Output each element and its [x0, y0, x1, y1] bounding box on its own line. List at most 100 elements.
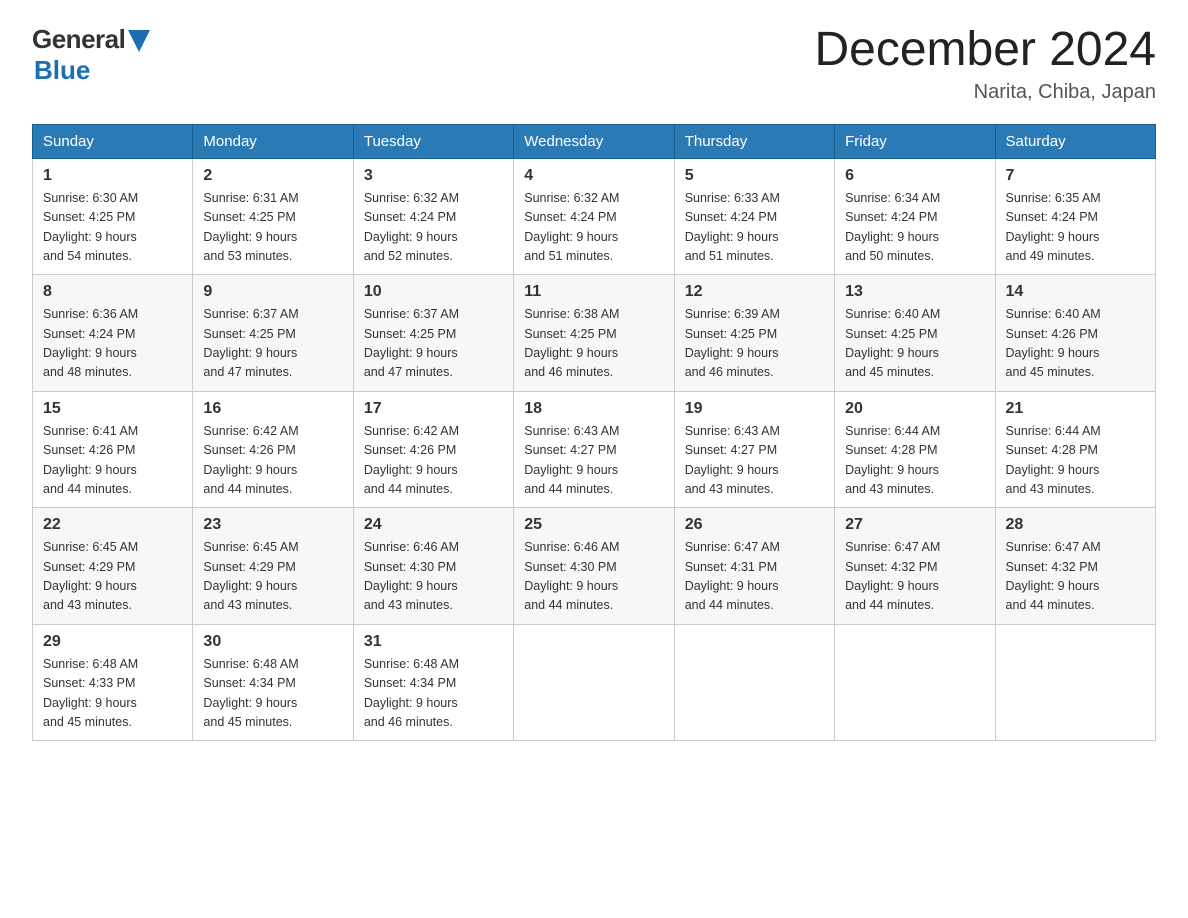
calendar-header: SundayMondayTuesdayWednesdayThursdayFrid… — [33, 124, 1156, 158]
title-area: December 2024 Narita, Chiba, Japan — [814, 24, 1156, 104]
calendar-cell: 30 Sunrise: 6:48 AMSunset: 4:34 PMDaylig… — [193, 624, 353, 741]
day-number: 11 — [524, 283, 663, 301]
calendar-cell: 16 Sunrise: 6:42 AMSunset: 4:26 PMDaylig… — [193, 391, 353, 508]
weekday-header: Thursday — [674, 124, 834, 158]
calendar-cell: 5 Sunrise: 6:33 AMSunset: 4:24 PMDayligh… — [674, 158, 834, 275]
page-header: General Blue December 2024 Narita, Chiba… — [32, 24, 1156, 104]
day-number: 27 — [845, 516, 984, 534]
location: Narita, Chiba, Japan — [814, 81, 1156, 104]
day-number: 31 — [364, 633, 503, 651]
calendar-cell: 29 Sunrise: 6:48 AMSunset: 4:33 PMDaylig… — [33, 624, 193, 741]
calendar-cell: 17 Sunrise: 6:42 AMSunset: 4:26 PMDaylig… — [353, 391, 513, 508]
day-number: 22 — [43, 516, 182, 534]
day-info: Sunrise: 6:38 AMSunset: 4:25 PMDaylight:… — [524, 307, 619, 379]
day-info: Sunrise: 6:34 AMSunset: 4:24 PMDaylight:… — [845, 191, 940, 263]
calendar-cell: 27 Sunrise: 6:47 AMSunset: 4:32 PMDaylig… — [835, 508, 995, 625]
calendar-cell — [835, 624, 995, 741]
weekday-header: Monday — [193, 124, 353, 158]
day-info: Sunrise: 6:32 AMSunset: 4:24 PMDaylight:… — [524, 191, 619, 263]
calendar-cell — [674, 624, 834, 741]
day-info: Sunrise: 6:47 AMSunset: 4:32 PMDaylight:… — [845, 540, 940, 612]
day-number: 17 — [364, 400, 503, 418]
day-number: 10 — [364, 283, 503, 301]
calendar-cell: 6 Sunrise: 6:34 AMSunset: 4:24 PMDayligh… — [835, 158, 995, 275]
weekday-header: Friday — [835, 124, 995, 158]
day-info: Sunrise: 6:45 AMSunset: 4:29 PMDaylight:… — [203, 540, 298, 612]
calendar-cell: 22 Sunrise: 6:45 AMSunset: 4:29 PMDaylig… — [33, 508, 193, 625]
day-info: Sunrise: 6:47 AMSunset: 4:32 PMDaylight:… — [1006, 540, 1101, 612]
day-number: 16 — [203, 400, 342, 418]
day-info: Sunrise: 6:44 AMSunset: 4:28 PMDaylight:… — [845, 424, 940, 496]
day-info: Sunrise: 6:41 AMSunset: 4:26 PMDaylight:… — [43, 424, 138, 496]
calendar-cell: 18 Sunrise: 6:43 AMSunset: 4:27 PMDaylig… — [514, 391, 674, 508]
month-title: December 2024 — [814, 24, 1156, 77]
day-info: Sunrise: 6:32 AMSunset: 4:24 PMDaylight:… — [364, 191, 459, 263]
day-number: 6 — [845, 167, 984, 185]
day-info: Sunrise: 6:45 AMSunset: 4:29 PMDaylight:… — [43, 540, 138, 612]
day-number: 5 — [685, 167, 824, 185]
day-info: Sunrise: 6:42 AMSunset: 4:26 PMDaylight:… — [203, 424, 298, 496]
day-info: Sunrise: 6:40 AMSunset: 4:25 PMDaylight:… — [845, 307, 940, 379]
calendar-cell: 7 Sunrise: 6:35 AMSunset: 4:24 PMDayligh… — [995, 158, 1155, 275]
logo: General Blue — [32, 24, 150, 86]
day-number: 9 — [203, 283, 342, 301]
day-number: 4 — [524, 167, 663, 185]
calendar-cell: 31 Sunrise: 6:48 AMSunset: 4:34 PMDaylig… — [353, 624, 513, 741]
calendar-cell: 20 Sunrise: 6:44 AMSunset: 4:28 PMDaylig… — [835, 391, 995, 508]
day-number: 18 — [524, 400, 663, 418]
calendar-cell: 14 Sunrise: 6:40 AMSunset: 4:26 PMDaylig… — [995, 275, 1155, 392]
logo-blue-text: Blue — [34, 55, 90, 85]
day-info: Sunrise: 6:40 AMSunset: 4:26 PMDaylight:… — [1006, 307, 1101, 379]
calendar-cell: 3 Sunrise: 6:32 AMSunset: 4:24 PMDayligh… — [353, 158, 513, 275]
day-number: 1 — [43, 167, 182, 185]
calendar-cell: 2 Sunrise: 6:31 AMSunset: 4:25 PMDayligh… — [193, 158, 353, 275]
day-number: 2 — [203, 167, 342, 185]
day-info: Sunrise: 6:37 AMSunset: 4:25 PMDaylight:… — [364, 307, 459, 379]
day-number: 13 — [845, 283, 984, 301]
calendar-body: 1 Sunrise: 6:30 AMSunset: 4:25 PMDayligh… — [33, 158, 1156, 741]
weekday-header: Wednesday — [514, 124, 674, 158]
calendar-table: SundayMondayTuesdayWednesdayThursdayFrid… — [32, 124, 1156, 742]
calendar-cell — [514, 624, 674, 741]
calendar-cell — [995, 624, 1155, 741]
calendar-cell: 19 Sunrise: 6:43 AMSunset: 4:27 PMDaylig… — [674, 391, 834, 508]
day-number: 28 — [1006, 516, 1145, 534]
weekday-header: Tuesday — [353, 124, 513, 158]
day-info: Sunrise: 6:48 AMSunset: 4:33 PMDaylight:… — [43, 657, 138, 729]
day-info: Sunrise: 6:48 AMSunset: 4:34 PMDaylight:… — [364, 657, 459, 729]
calendar-cell: 15 Sunrise: 6:41 AMSunset: 4:26 PMDaylig… — [33, 391, 193, 508]
weekday-header: Sunday — [33, 124, 193, 158]
day-info: Sunrise: 6:44 AMSunset: 4:28 PMDaylight:… — [1006, 424, 1101, 496]
day-info: Sunrise: 6:36 AMSunset: 4:24 PMDaylight:… — [43, 307, 138, 379]
calendar-cell: 26 Sunrise: 6:47 AMSunset: 4:31 PMDaylig… — [674, 508, 834, 625]
day-info: Sunrise: 6:35 AMSunset: 4:24 PMDaylight:… — [1006, 191, 1101, 263]
calendar-cell: 25 Sunrise: 6:46 AMSunset: 4:30 PMDaylig… — [514, 508, 674, 625]
calendar-cell: 8 Sunrise: 6:36 AMSunset: 4:24 PMDayligh… — [33, 275, 193, 392]
day-info: Sunrise: 6:33 AMSunset: 4:24 PMDaylight:… — [685, 191, 780, 263]
calendar-cell: 1 Sunrise: 6:30 AMSunset: 4:25 PMDayligh… — [33, 158, 193, 275]
day-info: Sunrise: 6:39 AMSunset: 4:25 PMDaylight:… — [685, 307, 780, 379]
weekday-header: Saturday — [995, 124, 1155, 158]
day-info: Sunrise: 6:48 AMSunset: 4:34 PMDaylight:… — [203, 657, 298, 729]
day-number: 7 — [1006, 167, 1145, 185]
day-number: 19 — [685, 400, 824, 418]
calendar-cell: 23 Sunrise: 6:45 AMSunset: 4:29 PMDaylig… — [193, 508, 353, 625]
day-number: 29 — [43, 633, 182, 651]
day-info: Sunrise: 6:46 AMSunset: 4:30 PMDaylight:… — [364, 540, 459, 612]
day-info: Sunrise: 6:37 AMSunset: 4:25 PMDaylight:… — [203, 307, 298, 379]
day-info: Sunrise: 6:42 AMSunset: 4:26 PMDaylight:… — [364, 424, 459, 496]
calendar-cell: 10 Sunrise: 6:37 AMSunset: 4:25 PMDaylig… — [353, 275, 513, 392]
calendar-cell: 4 Sunrise: 6:32 AMSunset: 4:24 PMDayligh… — [514, 158, 674, 275]
logo-triangle-icon — [128, 30, 150, 52]
calendar-cell: 21 Sunrise: 6:44 AMSunset: 4:28 PMDaylig… — [995, 391, 1155, 508]
day-number: 8 — [43, 283, 182, 301]
calendar-cell: 12 Sunrise: 6:39 AMSunset: 4:25 PMDaylig… — [674, 275, 834, 392]
day-info: Sunrise: 6:43 AMSunset: 4:27 PMDaylight:… — [524, 424, 619, 496]
logo-general-text: General — [32, 24, 125, 55]
day-info: Sunrise: 6:46 AMSunset: 4:30 PMDaylight:… — [524, 540, 619, 612]
calendar-cell: 24 Sunrise: 6:46 AMSunset: 4:30 PMDaylig… — [353, 508, 513, 625]
calendar-cell: 28 Sunrise: 6:47 AMSunset: 4:32 PMDaylig… — [995, 508, 1155, 625]
calendar-cell: 9 Sunrise: 6:37 AMSunset: 4:25 PMDayligh… — [193, 275, 353, 392]
day-number: 12 — [685, 283, 824, 301]
day-number: 14 — [1006, 283, 1145, 301]
